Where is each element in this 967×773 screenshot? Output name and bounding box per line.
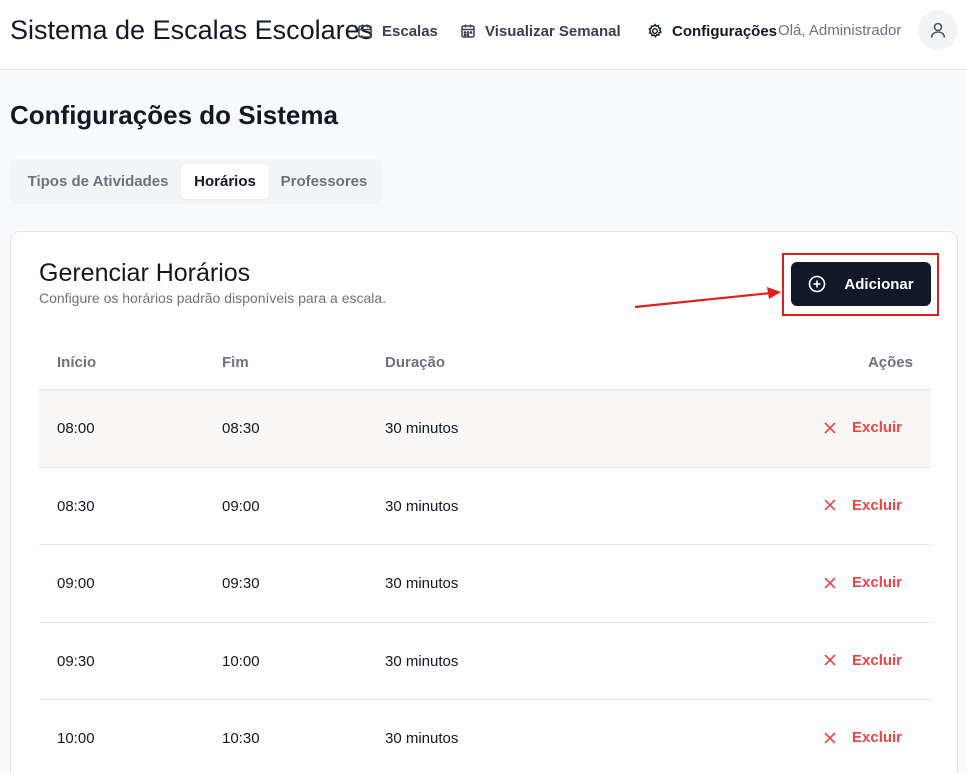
- schedules-card: Gerenciar Horários Configure os horários…: [10, 231, 958, 773]
- avatar[interactable]: [918, 10, 958, 50]
- close-icon: [824, 576, 836, 589]
- header-duration: Duração: [385, 354, 446, 371]
- delete-button[interactable]: Excluir: [823, 652, 902, 669]
- cell-start: 08:30: [57, 497, 95, 515]
- card-title: Gerenciar Horários: [39, 259, 251, 287]
- delete-button-label: Excluir: [852, 574, 903, 591]
- close-icon: [824, 499, 836, 511]
- table-row: 10:00 10:30 30 minutos Excluir: [39, 700, 931, 773]
- delete-button[interactable]: Excluir: [823, 574, 902, 591]
- user-icon: [930, 22, 946, 38]
- tab-horarios[interactable]: Horários: [181, 164, 269, 199]
- page-title: Configurações do Sistema: [10, 100, 338, 130]
- delete-button-label: Excluir: [852, 419, 903, 436]
- cell-start: 08:00: [57, 420, 95, 437]
- nav-configuracoes[interactable]: Configurações: [647, 20, 777, 42]
- nav-configuracoes-label: Configurações: [672, 22, 778, 40]
- table-row: 09:30 10:00 30 minutos Excluir: [39, 623, 931, 700]
- delete-button-label: Excluir: [852, 729, 903, 746]
- cell-end: 08:30: [222, 420, 260, 437]
- delete-button[interactable]: Excluir: [823, 419, 902, 436]
- card-subtitle: Configure os horários padrão disponíveis…: [39, 290, 387, 306]
- cell-end: 10:30: [222, 730, 260, 747]
- nav-escalas-label: Escalas: [382, 22, 438, 40]
- cell-duration: 30 minutos: [385, 730, 459, 747]
- table-header: Início Fim Duração Ações: [39, 342, 931, 390]
- settings-tabs: Tipos de Atividades Horários Professores: [10, 159, 382, 204]
- cell-end: 10:00: [222, 652, 260, 670]
- cell-start: 09:30: [57, 652, 95, 670]
- header-start: Início: [57, 354, 97, 371]
- cell-start: 10:00: [57, 730, 95, 747]
- cell-duration: 30 minutos: [385, 575, 459, 592]
- user-greeting: Olá, Administrador: [778, 22, 902, 39]
- header-end: Fim: [222, 354, 249, 371]
- calendar-week-icon: [461, 24, 475, 38]
- header-actions: Ações: [867, 354, 913, 371]
- schedules-table: Início Fim Duração Ações 08:00 08:30 30 …: [39, 342, 931, 773]
- tab-tipos-de-atividades[interactable]: Tipos de Atividades: [15, 164, 181, 199]
- top-navbar: Sistema de Escalas Escolares Escalas Vis…: [0, 0, 967, 70]
- add-schedule-button[interactable]: Adicionar: [791, 262, 931, 306]
- annotation-arrow: [634, 287, 781, 309]
- close-icon: [824, 731, 836, 744]
- cell-end: 09:30: [222, 575, 260, 592]
- table-row: 08:00 08:30 30 minutos Excluir: [39, 390, 931, 468]
- cell-start: 09:00: [57, 575, 95, 592]
- table-row: 09:00 09:30 30 minutos Excluir: [39, 545, 931, 623]
- tab-professores[interactable]: Professores: [271, 164, 377, 199]
- nav-escalas[interactable]: Escalas: [357, 20, 438, 42]
- plus-circle-icon: [809, 275, 826, 293]
- delete-button[interactable]: Excluir: [823, 729, 902, 746]
- calendar-icon: [358, 24, 372, 38]
- cell-duration: 30 minutos: [385, 497, 459, 515]
- app-title: Sistema de Escalas Escolares: [10, 15, 374, 45]
- close-icon: [824, 421, 836, 434]
- gear-icon: [648, 23, 662, 38]
- nav-visualizar-semanal-label: Visualizar Semanal: [485, 22, 621, 40]
- add-schedule-button-label: Adicionar: [844, 275, 914, 293]
- delete-button-label: Excluir: [852, 496, 903, 514]
- cell-end: 09:00: [222, 497, 260, 515]
- close-icon: [824, 654, 836, 666]
- cell-duration: 30 minutos: [385, 420, 459, 437]
- table-row: 08:30 09:00 30 minutos Excluir: [39, 468, 931, 545]
- nav-visualizar-semanal[interactable]: Visualizar Semanal: [460, 20, 621, 42]
- cell-duration: 30 minutos: [385, 652, 459, 670]
- delete-button[interactable]: Excluir: [823, 497, 902, 514]
- delete-button-label: Excluir: [852, 651, 903, 669]
